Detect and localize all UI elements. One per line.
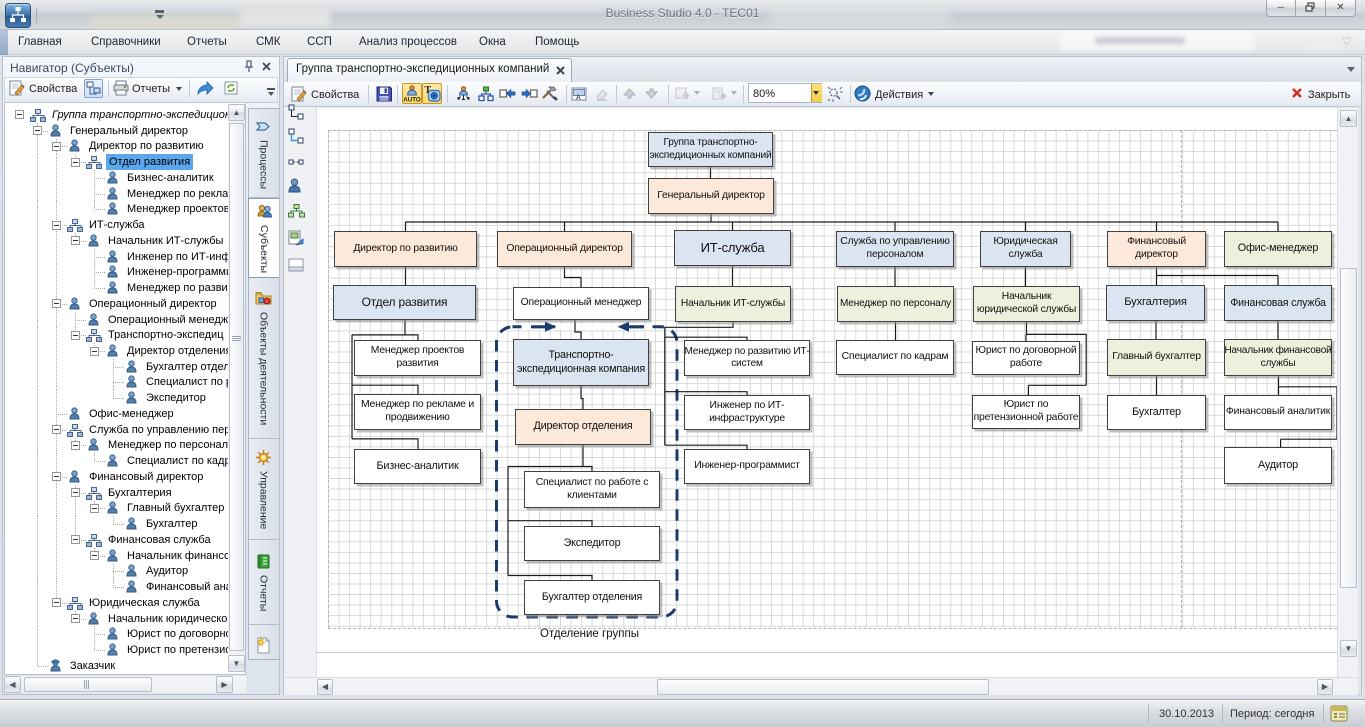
svg-text:AUTO: AUTO <box>403 97 421 104</box>
svg-text:A: A <box>576 95 581 102</box>
